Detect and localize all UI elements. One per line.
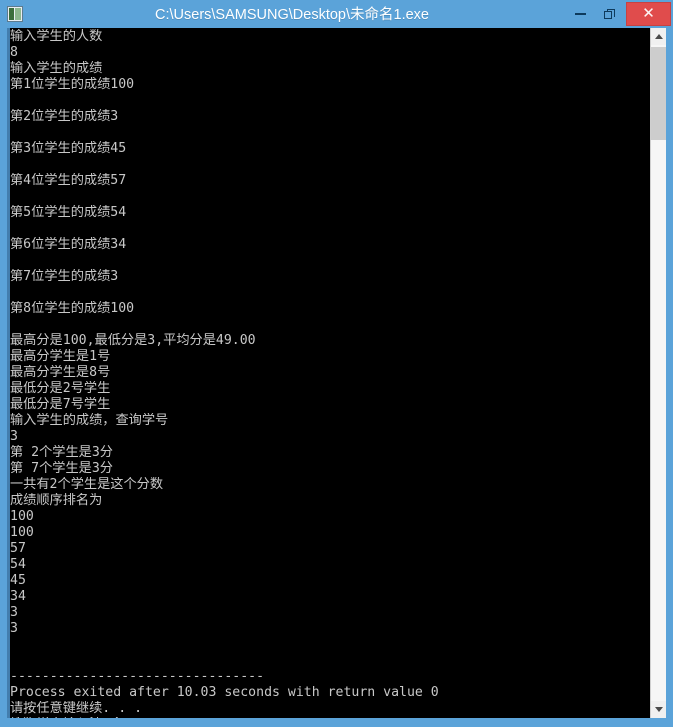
console-line: 第7位学生的成绩3 <box>10 269 119 284</box>
console-line: 第5位学生的成绩54 <box>10 205 127 220</box>
console-line: 搜狗拼音输入法 全 ： <box>10 717 646 718</box>
console-line: Process exited after 10.03 seconds with … <box>10 685 439 700</box>
console-line: 请按任意键继续. . . <box>10 701 143 716</box>
console-line: 3 <box>10 621 18 636</box>
console-line: 最低分是7号学生 <box>10 397 111 412</box>
scroll-down-arrow-icon <box>654 707 663 712</box>
console-line: 100 <box>10 509 34 524</box>
console-line: 第2位学生的成绩3 <box>10 109 119 124</box>
minimize-icon <box>575 12 586 15</box>
scroll-down-button[interactable] <box>651 701 666 718</box>
console-line: 第 2个学生是3分 <box>10 445 113 460</box>
scroll-up-button[interactable] <box>651 28 666 45</box>
console-line: 最高分是100,最低分是3,平均分是49.00 <box>10 333 256 348</box>
console-line: 输入学生的人数 <box>10 29 103 44</box>
console-line: 第4位学生的成绩57 <box>10 173 127 188</box>
console-line: 第8位学生的成绩100 <box>10 301 135 316</box>
console-line: 最高分学生是8号 <box>10 365 111 380</box>
scroll-up-arrow-icon <box>654 34 663 39</box>
console-line: 54 <box>10 557 26 572</box>
scrollbar-track[interactable] <box>651 45 666 701</box>
console-client-area: 输入学生的人数 8 输入学生的成绩 第1位学生的成绩100 第2位学生的成绩3 第3位学生… <box>7 28 666 718</box>
title-bar[interactable]: C:\Users\SAMSUNG\Desktop\未命名1.exe ✕ <box>0 0 673 27</box>
console-line: 34 <box>10 589 26 604</box>
app-icon-left-block <box>9 7 14 20</box>
vertical-scrollbar[interactable] <box>650 28 666 718</box>
console-line: 100 <box>10 525 34 540</box>
console-text-lines: 输入学生的人数 8 输入学生的成绩 第1位学生的成绩100 第2位学生的成绩3 第3位学生… <box>10 29 646 718</box>
restore-button[interactable] <box>595 3 624 25</box>
console-line: 第 7个学生是3分 <box>10 461 113 476</box>
console-line: 第3位学生的成绩45 <box>10 141 127 156</box>
close-button[interactable]: ✕ <box>626 1 671 26</box>
window-right-border <box>666 27 673 718</box>
console-line: 最高分学生是1号 <box>10 349 111 364</box>
console-line: 45 <box>10 573 26 588</box>
restore-icon-front <box>604 10 612 19</box>
console-line: 输入学生的成绩 <box>10 61 103 76</box>
window-left-border <box>0 27 7 718</box>
minimize-button[interactable] <box>566 3 595 25</box>
console-line: 8 <box>10 45 18 60</box>
window-title: C:\Users\SAMSUNG\Desktop\未命名1.exe <box>155 7 429 23</box>
console-line: 57 <box>10 541 26 556</box>
restore-icon <box>604 8 615 19</box>
console-line: 成绩顺序排名为 <box>10 493 103 508</box>
console-line: 一共有2个学生是这个分数 <box>10 477 164 492</box>
scrollbar-thumb[interactable] <box>651 47 666 140</box>
window-bottom-border <box>0 718 673 727</box>
console-line: 3 <box>10 605 18 620</box>
console-line: 第6位学生的成绩34 <box>10 237 127 252</box>
console-output[interactable]: 输入学生的人数 8 输入学生的成绩 第1位学生的成绩100 第2位学生的成绩3 第3位学生… <box>7 28 650 718</box>
console-line: 3 <box>10 429 18 444</box>
close-icon: ✕ <box>642 5 655 22</box>
console-app-icon <box>7 5 23 22</box>
console-window: C:\Users\SAMSUNG\Desktop\未命名1.exe ✕ 输入学生… <box>0 0 673 727</box>
console-line: -------------------------------- <box>10 669 265 684</box>
console-line: 第1位学生的成绩100 <box>10 77 135 92</box>
app-icon-right-block <box>15 7 21 20</box>
console-line: 输入学生的成绩，查询学号 <box>10 413 169 428</box>
console-line: 最低分是2号学生 <box>10 381 111 396</box>
